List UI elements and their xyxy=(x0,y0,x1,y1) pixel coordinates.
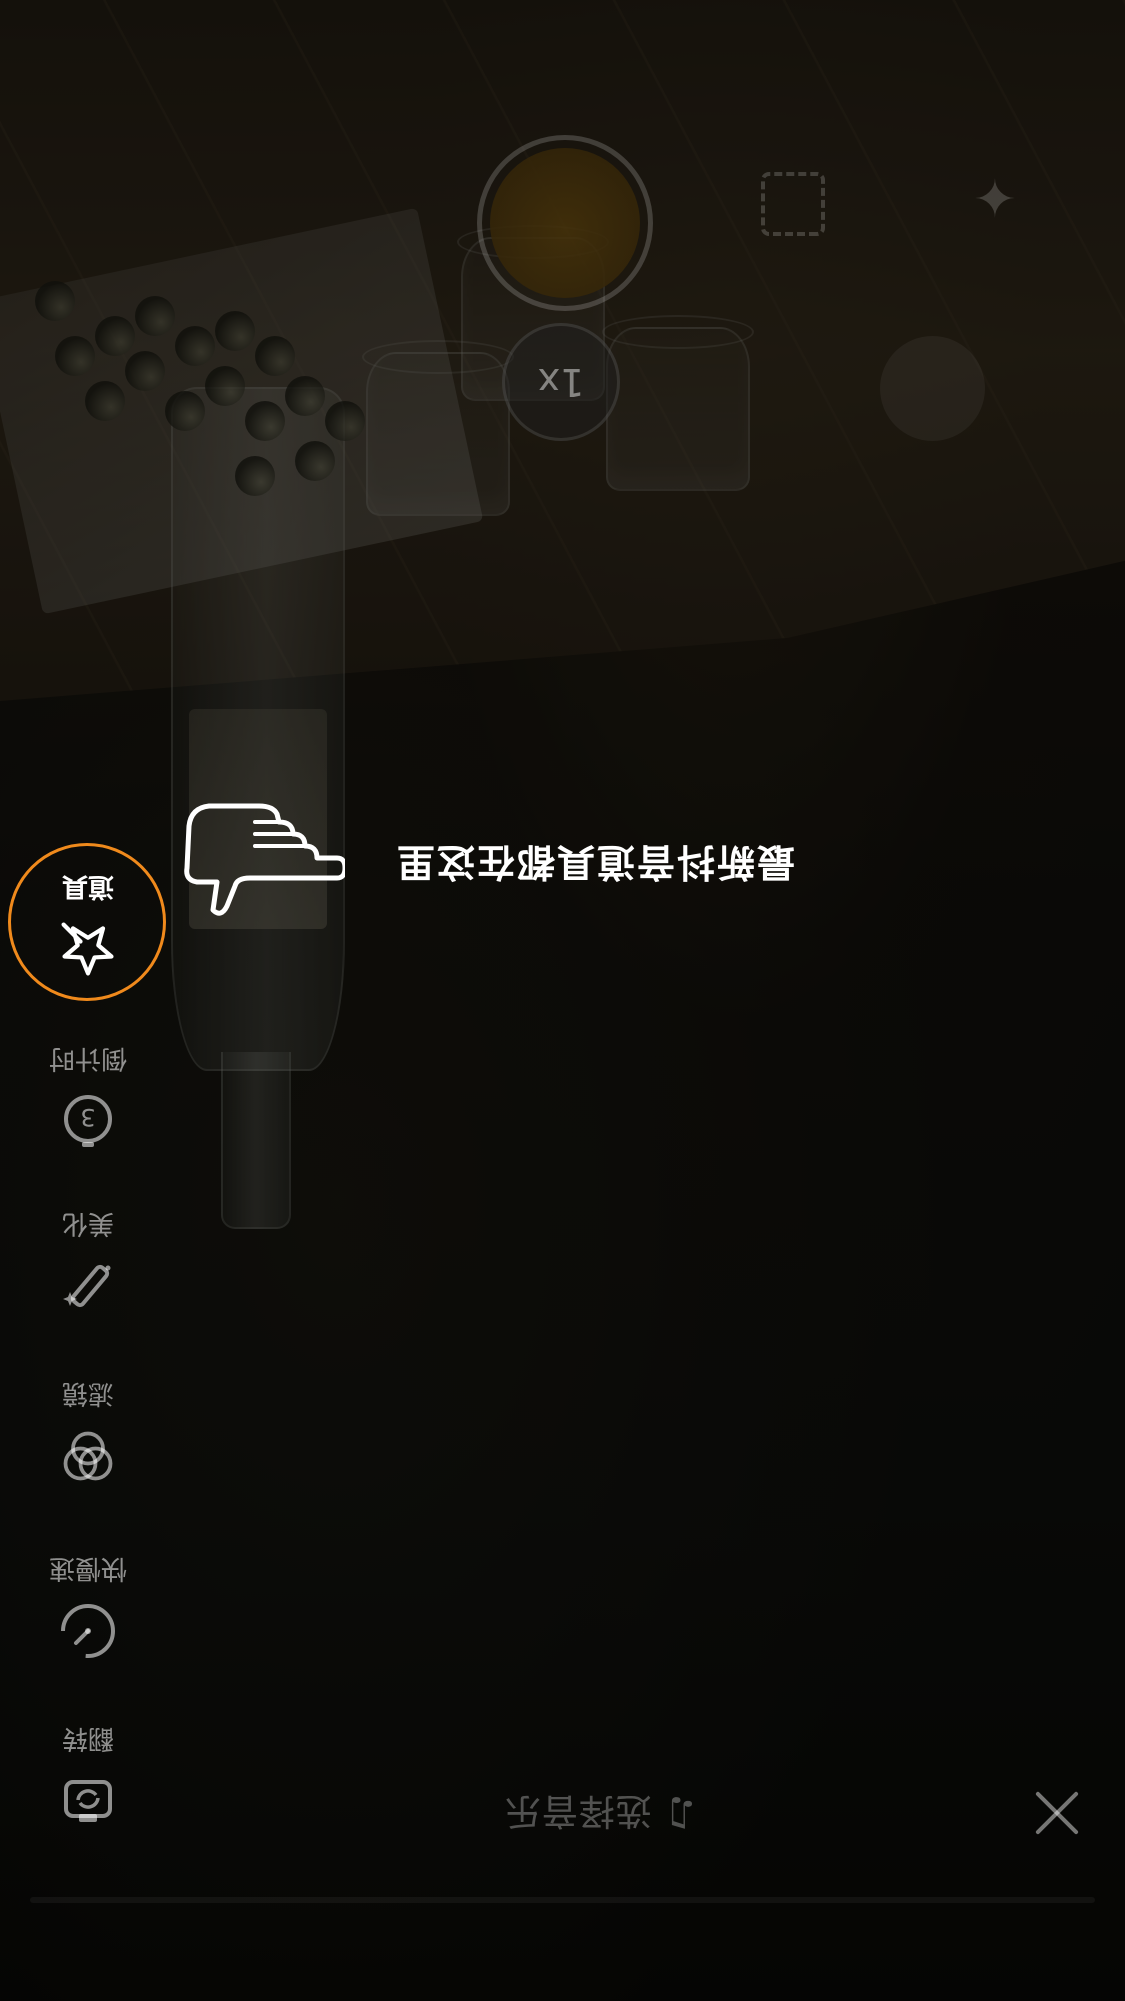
menu-item-speed[interactable]: 快慢速 xyxy=(28,1552,148,1661)
menu-label-countdown: 倒计时 xyxy=(49,1043,128,1073)
music-note-icon: ♫ xyxy=(663,1792,699,1836)
faded-round-button[interactable] xyxy=(880,336,985,441)
record-button[interactable] xyxy=(477,135,653,311)
countdown-timer-icon: 3 xyxy=(58,1091,118,1151)
select-music-label: 选择音乐 xyxy=(503,1790,652,1831)
tooltip-text: 最新抖音道具都在这里 xyxy=(394,840,795,885)
filter-circles-icon xyxy=(58,1426,118,1486)
record-progress-track xyxy=(30,1897,1095,1903)
select-music-button[interactable]: ♫ 选择音乐 xyxy=(439,1789,699,1839)
close-button[interactable] xyxy=(1033,1789,1081,1837)
menu-label-beauty: 美化 xyxy=(62,1208,115,1238)
record-button-core xyxy=(490,148,640,298)
svg-text:3: 3 xyxy=(80,1103,95,1131)
menu-label-speed: 快慢速 xyxy=(49,1553,128,1583)
menu-label-flip: 翻转 xyxy=(62,1723,115,1753)
props-tooltip: 最新抖音道具都在这里 xyxy=(295,821,795,911)
props-highlight-ring xyxy=(8,843,166,1001)
camera-screen: ♫ 选择音乐 翻转 快慢速 滤镜 美化 3 倒计时 道具 最新抖音道具都在这里 … xyxy=(0,0,1125,2001)
frame-icon[interactable] xyxy=(761,172,825,236)
menu-item-beauty[interactable]: 美化 xyxy=(28,1207,148,1316)
menu-item-flip[interactable]: 翻转 xyxy=(28,1722,148,1831)
menu-item-filter[interactable]: 滤镜 xyxy=(28,1377,148,1486)
sparkle-icon[interactable]: ✦ xyxy=(965,166,1025,226)
pointing-hand-icon xyxy=(175,796,348,926)
camera-flip-icon xyxy=(58,1771,118,1831)
magic-wand-icon xyxy=(58,1256,118,1316)
zoom-label: 1x xyxy=(537,360,585,404)
zoom-button[interactable]: 1x xyxy=(502,323,620,441)
menu-label-filter: 滤镜 xyxy=(62,1378,115,1408)
menu-item-countdown[interactable]: 3 倒计时 xyxy=(28,1042,148,1151)
speed-dial-icon xyxy=(58,1601,118,1661)
